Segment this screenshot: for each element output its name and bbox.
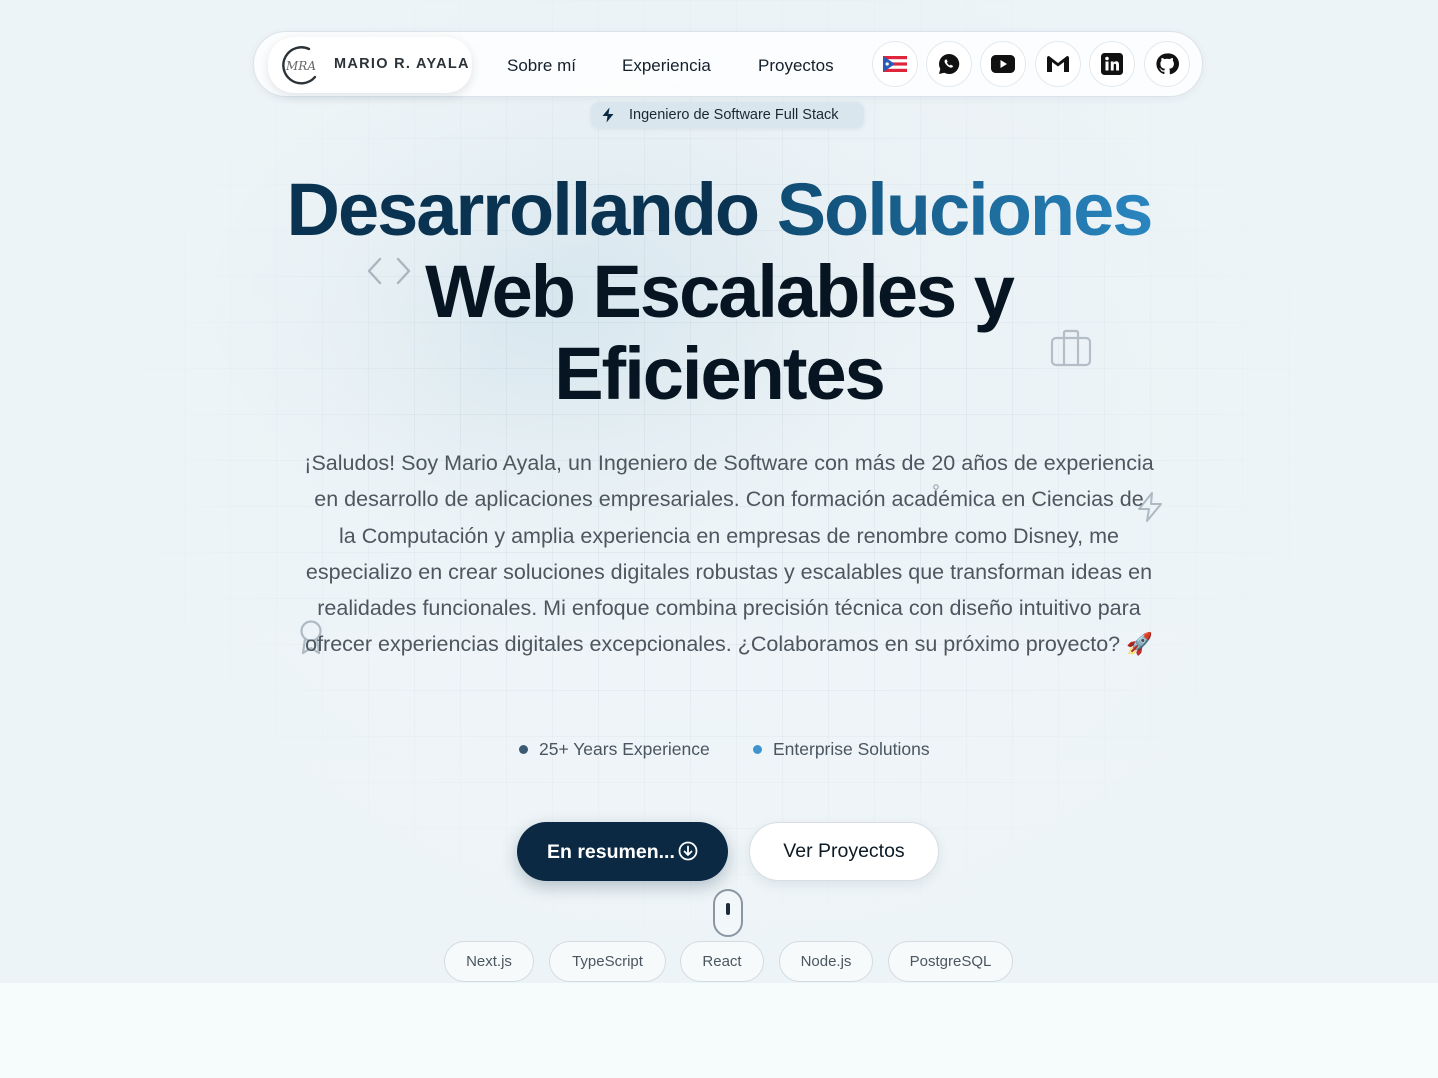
nav-link-sobre-mi[interactable]: Sobre mí — [507, 56, 576, 76]
brand-name: MARIO R. AYALA — [334, 56, 470, 72]
tech-tag-postgresql: PostgreSQL — [888, 941, 1013, 982]
intro-paragraph: ¡Saludos! Soy Mario Ayala, un Ingeniero … — [304, 451, 1154, 657]
arrow-down-circle-icon — [678, 841, 698, 861]
stat-enterprise-solutions: Enterprise Solutions — [753, 739, 930, 760]
hero-headline-line-3: Eficientes — [554, 332, 886, 415]
logo-icon: MRA — [282, 46, 316, 85]
briefcase-icon — [1050, 329, 1092, 367]
tech-tag-react: React — [680, 941, 764, 982]
top-navbar: MRA MARIO R. AYALA Sobre mí Experiencia … — [253, 31, 1203, 97]
code-brackets-icon — [367, 257, 411, 285]
stat-dot — [519, 745, 528, 754]
scroll-mouse-icon[interactable] — [713, 889, 743, 937]
tech-tag-nodejs: Node.js — [779, 941, 873, 982]
svg-text:MRA: MRA — [285, 59, 316, 73]
hero-headline-line-2: Web Escalables y — [425, 250, 1015, 333]
brand-home-link[interactable]: MRA MARIO R. AYALA — [268, 37, 472, 93]
summary-button-label: En resumen... — [547, 841, 675, 863]
lightning-icon — [602, 107, 614, 123]
hero-section: MRA MARIO R. AYALA Sobre mí Experiencia … — [0, 0, 1438, 983]
role-badge: Ingeniero de Software Full Stack — [591, 102, 864, 128]
puerto-rico-flag-icon[interactable] — [872, 41, 918, 87]
gmail-icon[interactable] — [1035, 41, 1081, 87]
tech-tag-typescript: TypeScript — [549, 941, 666, 982]
headline-word-soluciones: Soluciones — [776, 168, 1154, 251]
view-projects-button[interactable]: Ver Proyectos — [749, 822, 939, 881]
stat-years-experience: 25+ Years Experience — [519, 739, 710, 760]
stat-label: 25+ Years Experience — [539, 739, 710, 759]
role-badge-text: Ingeniero de Software Full Stack — [629, 107, 839, 123]
linkedin-icon[interactable] — [1089, 41, 1135, 87]
nav-link-experiencia[interactable]: Experiencia — [622, 56, 711, 76]
tech-tag-nextjs: Next.js — [444, 941, 534, 982]
whatsapp-icon[interactable] — [926, 41, 972, 87]
stat-label: Enterprise Solutions — [773, 739, 930, 759]
headline-word-desarrollando: Desarrollando — [286, 168, 761, 251]
github-icon[interactable] — [1144, 41, 1190, 87]
nav-link-proyectos[interactable]: Proyectos — [758, 56, 834, 76]
hero-headline-line-1: Desarrollando Soluciones — [0, 170, 1438, 250]
stat-dot — [753, 745, 762, 754]
youtube-icon[interactable] — [980, 41, 1026, 87]
summary-button[interactable]: En resumen... — [517, 822, 728, 881]
